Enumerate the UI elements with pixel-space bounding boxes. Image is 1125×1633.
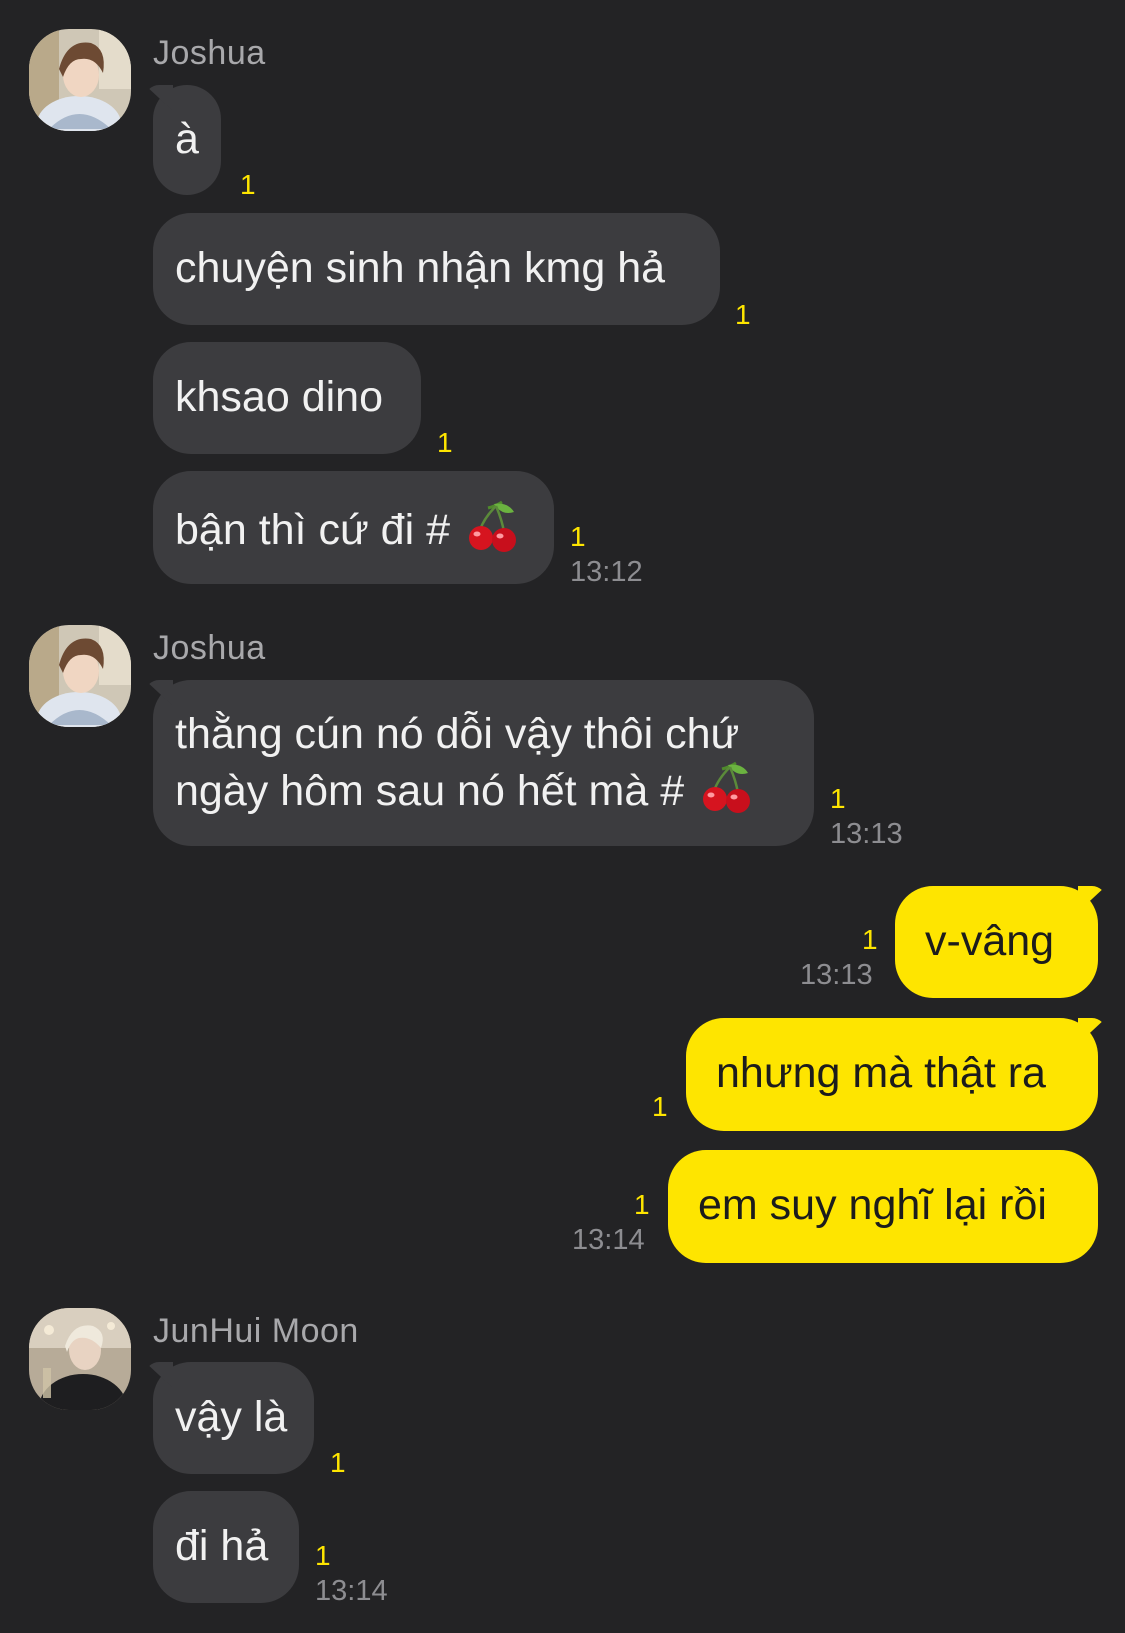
junhui-moon-avatar[interactable] — [29, 1308, 131, 1410]
message-bubble[interactable]: v-vâng — [895, 886, 1098, 998]
unread-count: 1 — [830, 783, 846, 814]
message-bubble[interactable]: thằng cún nó dỗi vậy thôi chứ ngày hôm s… — [153, 680, 814, 846]
message-bubble[interactable]: nhưng mà thật ra — [686, 1018, 1098, 1131]
unread-count: 1 — [315, 1540, 331, 1571]
message-timestamp: 13:12 — [570, 556, 643, 588]
message-text: ngày hôm sau nó hết mà # — [175, 767, 685, 815]
unread-count: 1 — [330, 1447, 346, 1478]
message-timestamp: 13:13 — [830, 818, 903, 850]
message-bubble[interactable]: à — [153, 85, 221, 195]
message-text: bận thì cứ đi # — [175, 506, 451, 554]
unread-count: 1 — [570, 521, 586, 552]
sender-name: JunHui Moon — [153, 1312, 359, 1350]
cherry-icon — [700, 761, 754, 828]
message-timestamp: 13:14 — [572, 1224, 645, 1256]
chat-room[interactable]: Joshua à 1 chuyện sinh nhận kmg hả 1 khs… — [0, 0, 1125, 1633]
sender-name: Joshua — [153, 34, 266, 72]
message-bubble[interactable]: bận thì cứ đi # — [153, 471, 554, 584]
message-text: nhưng mà thật ra — [716, 1049, 1046, 1097]
joshua-avatar[interactable] — [29, 29, 131, 131]
message-text: v-vâng — [925, 917, 1055, 965]
unread-count: 1 — [862, 924, 878, 955]
message-text: em suy nghĩ lại rồi — [698, 1181, 1047, 1229]
message-bubble[interactable]: em suy nghĩ lại rồi — [668, 1150, 1098, 1263]
joshua-avatar[interactable] — [29, 625, 131, 727]
cherry-icon — [466, 500, 520, 567]
sender-name: Joshua — [153, 629, 266, 667]
message-text: chuyện sinh nhận kmg hả — [175, 244, 666, 292]
message-text: à — [175, 115, 199, 163]
message-timestamp: 13:14 — [315, 1575, 388, 1607]
message-text: vậy là — [175, 1393, 288, 1441]
message-text: khsao dino — [175, 373, 383, 421]
message-text: thằng cún nó dỗi vậy thôi chứ — [175, 710, 740, 758]
unread-count: 1 — [240, 169, 256, 200]
unread-count: 1 — [652, 1091, 668, 1122]
unread-count: 1 — [437, 427, 453, 458]
message-bubble[interactable]: chuyện sinh nhận kmg hả — [153, 213, 720, 325]
message-text: đi hả — [175, 1522, 269, 1570]
message-bubble[interactable]: đi hả — [153, 1491, 299, 1603]
unread-count: 1 — [634, 1189, 650, 1220]
message-timestamp: 13:13 — [800, 959, 873, 991]
unread-count: 1 — [735, 299, 751, 330]
message-bubble[interactable]: khsao dino — [153, 342, 421, 454]
message-bubble[interactable]: vậy là — [153, 1362, 314, 1474]
